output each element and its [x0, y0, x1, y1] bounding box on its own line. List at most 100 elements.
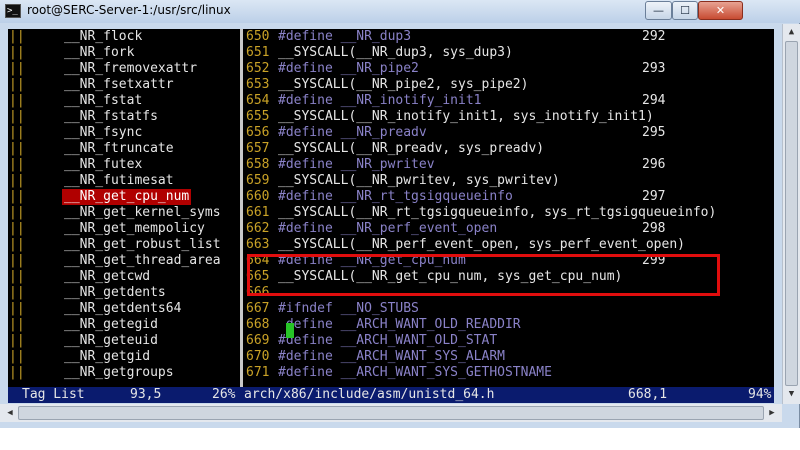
tag-tree-bars: || [9, 333, 25, 348]
scroll-right-arrow-icon[interactable]: ▶ [764, 404, 780, 422]
code-line[interactable]: 654 #define __NR_inotify_init1 294 [244, 93, 774, 109]
tag-list-item-label: __NR_geteuid [64, 333, 158, 348]
tag-tree-bars: || [9, 349, 25, 364]
scroll-down-arrow-icon[interactable]: ▼ [783, 386, 800, 403]
line-number: 655 [246, 109, 270, 124]
tag-list-item-label: __NR_futex [64, 157, 143, 172]
scroll-up-arrow-icon[interactable]: ▲ [783, 24, 800, 41]
code-line[interactable]: 669 #define __ARCH_WANT_OLD_STAT [244, 333, 774, 349]
syscall-number: 295 [642, 125, 666, 140]
line-number: 651 [246, 45, 270, 60]
line-number: 658 [246, 157, 270, 172]
tag-list-item[interactable]: || __NR_fsetxattr [8, 77, 240, 93]
tag-list-item-label: __NR_getcwd [64, 269, 151, 284]
tag-list-item[interactable]: || __NR_getegid [8, 317, 240, 333]
line-number: 667 [246, 301, 270, 316]
tag-list-item[interactable]: || __NR_getgid [8, 349, 240, 365]
code-line[interactable]: 663 __SYSCALL(__NR_perf_event_open, sys_p… [244, 237, 774, 253]
tag-list-item-label: __NR_fsync [64, 125, 143, 140]
tag-list-item-label: __NR_getdents64 [64, 301, 182, 316]
code-text: __SYSCALL(__NR_pwritev, sys_pwritev) [278, 173, 560, 188]
tag-list-item[interactable]: || __NR_get_kernel_syms [8, 205, 240, 221]
tag-tree-bars: || [9, 77, 25, 92]
tag-list-item-label: __NR_get_mempolicy [64, 221, 205, 236]
code-text: define __ARCH_WANT_OLD_READDIR [278, 317, 521, 332]
tag-list-item[interactable]: || __NR_geteuid [8, 333, 240, 349]
tag-list-item[interactable]: || __NR_get_thread_area [8, 253, 240, 269]
code-line[interactable]: 660 #define __NR_rt_tgsigqueueinfo 297 [244, 189, 774, 205]
tag-list-item[interactable]: || __NR_futex [8, 157, 240, 173]
code-line[interactable]: 661 __SYSCALL(__NR_rt_tgsigqueueinfo, sys… [244, 205, 774, 221]
close-button[interactable]: ✕ [698, 1, 743, 20]
code-line[interactable]: 652 #define __NR_pipe2 293 [244, 61, 774, 77]
minimize-button[interactable]: — [645, 1, 672, 20]
terminal-icon[interactable]: >_ [5, 4, 21, 18]
tag-list-item[interactable]: || __NR_futimesat [8, 173, 240, 189]
tag-list-item-label: __NR_getgid [64, 349, 151, 364]
line-number: 656 [246, 125, 270, 140]
highlight-box [247, 254, 720, 296]
tag-list-item[interactable]: || __NR_getdents [8, 285, 240, 301]
code-line[interactable]: 656 #define __NR_preadv 295 [244, 125, 774, 141]
horizontal-scrollbar[interactable]: ◀ ▶ [0, 404, 782, 422]
tag-list-item-label: __NR_get_robust_list [64, 237, 221, 252]
text-cursor [286, 323, 294, 338]
tag-list-item[interactable]: || __NR_fsync [8, 125, 240, 141]
tag-list-item[interactable]: || __NR_flock [8, 29, 240, 45]
tag-list-item[interactable]: || __NR_ftruncate [8, 141, 240, 157]
code-line[interactable]: 657 __SYSCALL(__NR_preadv, sys_preadv) [244, 141, 774, 157]
code-text: #define __NR_pwritev [278, 157, 435, 172]
code-line[interactable]: 659 __SYSCALL(__NR_pwritev, sys_pwritev) [244, 173, 774, 189]
code-line[interactable]: 658 #define __NR_pwritev 296 [244, 157, 774, 173]
code-line[interactable]: 653 __SYSCALL(__NR_pipe2, sys_pipe2) [244, 77, 774, 93]
syscall-number: 292 [642, 29, 666, 44]
tag-tree-bars: || [9, 61, 25, 76]
code-line[interactable]: 651 __SYSCALL(__NR_dup3, sys_dup3) [244, 45, 774, 61]
code-text: #define __ARCH_WANT_OLD_STAT [278, 333, 498, 348]
scroll-left-arrow-icon[interactable]: ◀ [2, 404, 18, 422]
tag-tree-bars: || [9, 285, 25, 300]
code-line[interactable]: 671 #define __ARCH_WANT_SYS_GETHOSTNAME [244, 365, 774, 381]
code-text: __SYSCALL(__NR_perf_event_open, sys_perf… [278, 237, 685, 252]
tag-list-item[interactable]: || __NR_getdents64 [8, 301, 240, 317]
terminal-area[interactable]: || __NR_flock || __NR_fork || __NR_fremovexat… [8, 29, 774, 403]
tag-list-item[interactable]: || __NR_getcwd [8, 269, 240, 285]
vertical-scrollbar[interactable]: ▲ ▼ [782, 24, 800, 404]
code-line[interactable]: 667 #ifndef __NO_STUBS [244, 301, 774, 317]
code-text: __SYSCALL(__NR_rt_tgsigqueueinfo, sys_rt… [278, 205, 717, 220]
maximize-button[interactable]: ☐ [672, 1, 698, 20]
tag-tree-bars: || [9, 221, 25, 236]
vertical-scroll-thumb[interactable] [785, 41, 798, 386]
status-file-percent: 94% [748, 387, 772, 402]
code-line[interactable]: 668 define __ARCH_WANT_OLD_READDIR [244, 317, 774, 333]
tag-list-item[interactable]: || __NR_getgroups [8, 365, 240, 381]
code-text: #define __NR_inotify_init1 [278, 93, 482, 108]
horizontal-scroll-thumb[interactable] [18, 406, 764, 420]
tag-list-item[interactable]: || __NR_get_cpu_num [8, 189, 240, 205]
code-line[interactable]: 670 #define __ARCH_WANT_SYS_ALARM [244, 349, 774, 365]
line-number: 669 [246, 333, 270, 348]
tag-list-item[interactable]: || __NR_get_robust_list [8, 237, 240, 253]
vertical-split-divider[interactable] [240, 29, 243, 387]
code-line[interactable]: 662 #define __NR_perf_event_open 298 [244, 221, 774, 237]
title-bar[interactable]: >_ root@SERC-Server-1:/usr/src/linux — ☐… [0, 0, 800, 23]
code-line[interactable]: 650 #define __NR_dup3 292 [244, 29, 774, 45]
tag-list-item[interactable]: || __NR_get_mempolicy [8, 221, 240, 237]
tag-list-item[interactable]: || __NR_fork [8, 45, 240, 61]
line-number: 659 [246, 173, 270, 188]
syscall-number: 293 [642, 61, 666, 76]
tag-tree-bars: || [9, 269, 25, 284]
tag-list-item[interactable]: || __NR_fremovexattr [8, 61, 240, 77]
tag-list-item[interactable]: || __NR_fstatfs [8, 109, 240, 125]
code-text: __SYSCALL(__NR_inotify_init1, sys_inotif… [278, 109, 654, 124]
status-tag-list-label: Tag List [22, 387, 85, 402]
tag-list-item-label: __NR_futimesat [64, 173, 174, 188]
tag-tree-bars: || [9, 253, 25, 268]
tag-tree-bars: || [9, 189, 25, 204]
tag-list-item-label: __NR_get_kernel_syms [64, 205, 221, 220]
tag-list-item[interactable]: || __NR_fstat [8, 93, 240, 109]
line-number: 671 [246, 365, 270, 380]
vim-status-line: Tag List 93,5 26% arch/x86/include/asm/u… [8, 387, 774, 403]
code-line[interactable]: 655 __SYSCALL(__NR_inotify_init1, sys_ino… [244, 109, 774, 125]
window-title: root@SERC-Server-1:/usr/src/linux [27, 3, 231, 17]
